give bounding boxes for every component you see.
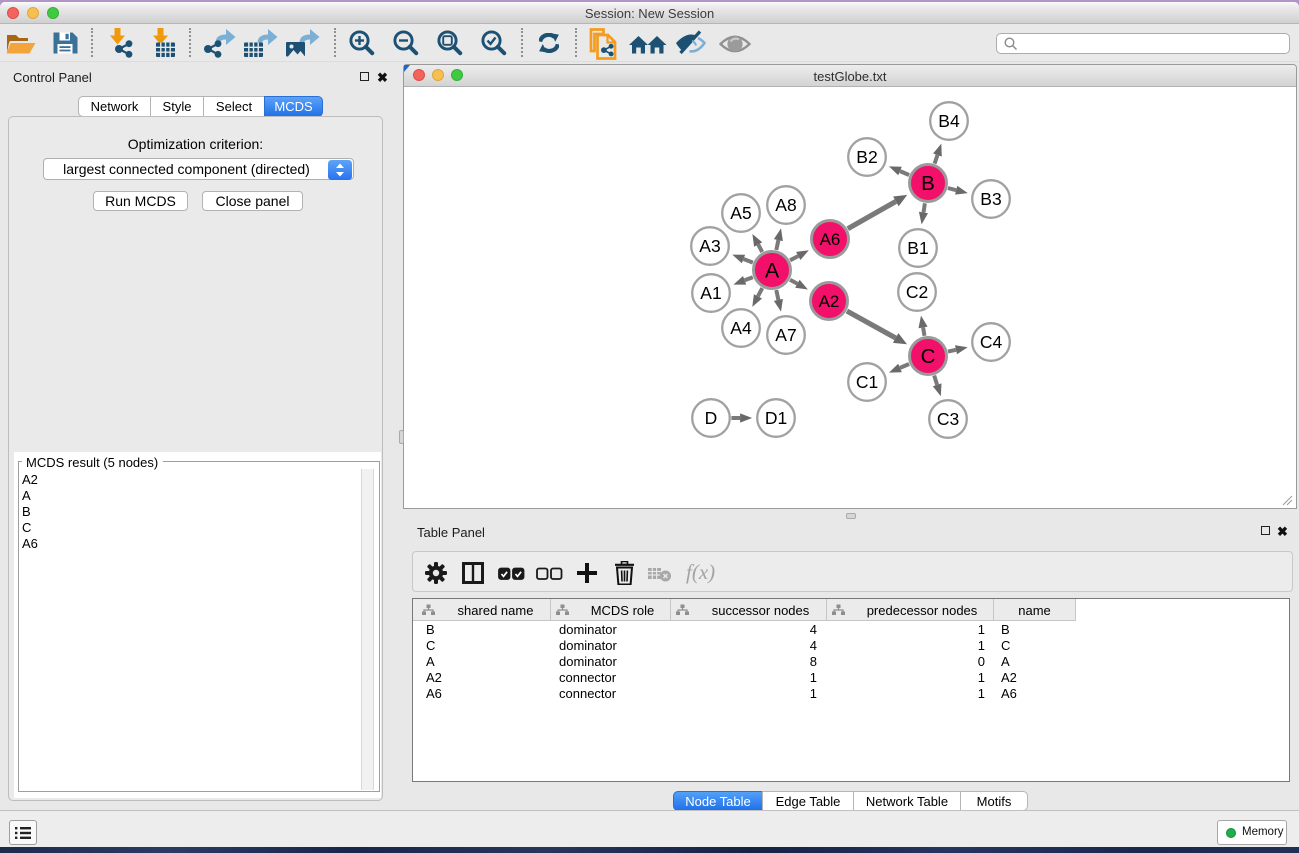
svg-text:A7: A7 <box>775 325 796 345</box>
svg-text:C4: C4 <box>980 332 1003 352</box>
svg-text:A2: A2 <box>819 292 840 311</box>
svg-text:C1: C1 <box>856 372 878 392</box>
svg-text:A4: A4 <box>730 318 752 338</box>
svg-text:D1: D1 <box>765 408 787 428</box>
svg-text:A6: A6 <box>820 230 841 249</box>
svg-text:C2: C2 <box>906 282 928 302</box>
svg-text:A1: A1 <box>700 283 721 303</box>
svg-text:C3: C3 <box>937 409 959 429</box>
svg-text:B1: B1 <box>907 238 928 258</box>
svg-text:B4: B4 <box>938 111 960 131</box>
svg-text:B3: B3 <box>980 189 1001 209</box>
svg-text:A8: A8 <box>775 195 796 215</box>
svg-text:D: D <box>705 408 718 428</box>
svg-text:B: B <box>921 172 935 195</box>
svg-text:A3: A3 <box>699 236 720 256</box>
svg-text:B2: B2 <box>856 147 877 167</box>
svg-text:C: C <box>921 345 936 368</box>
svg-text:A5: A5 <box>730 203 751 223</box>
svg-text:A: A <box>765 259 780 283</box>
